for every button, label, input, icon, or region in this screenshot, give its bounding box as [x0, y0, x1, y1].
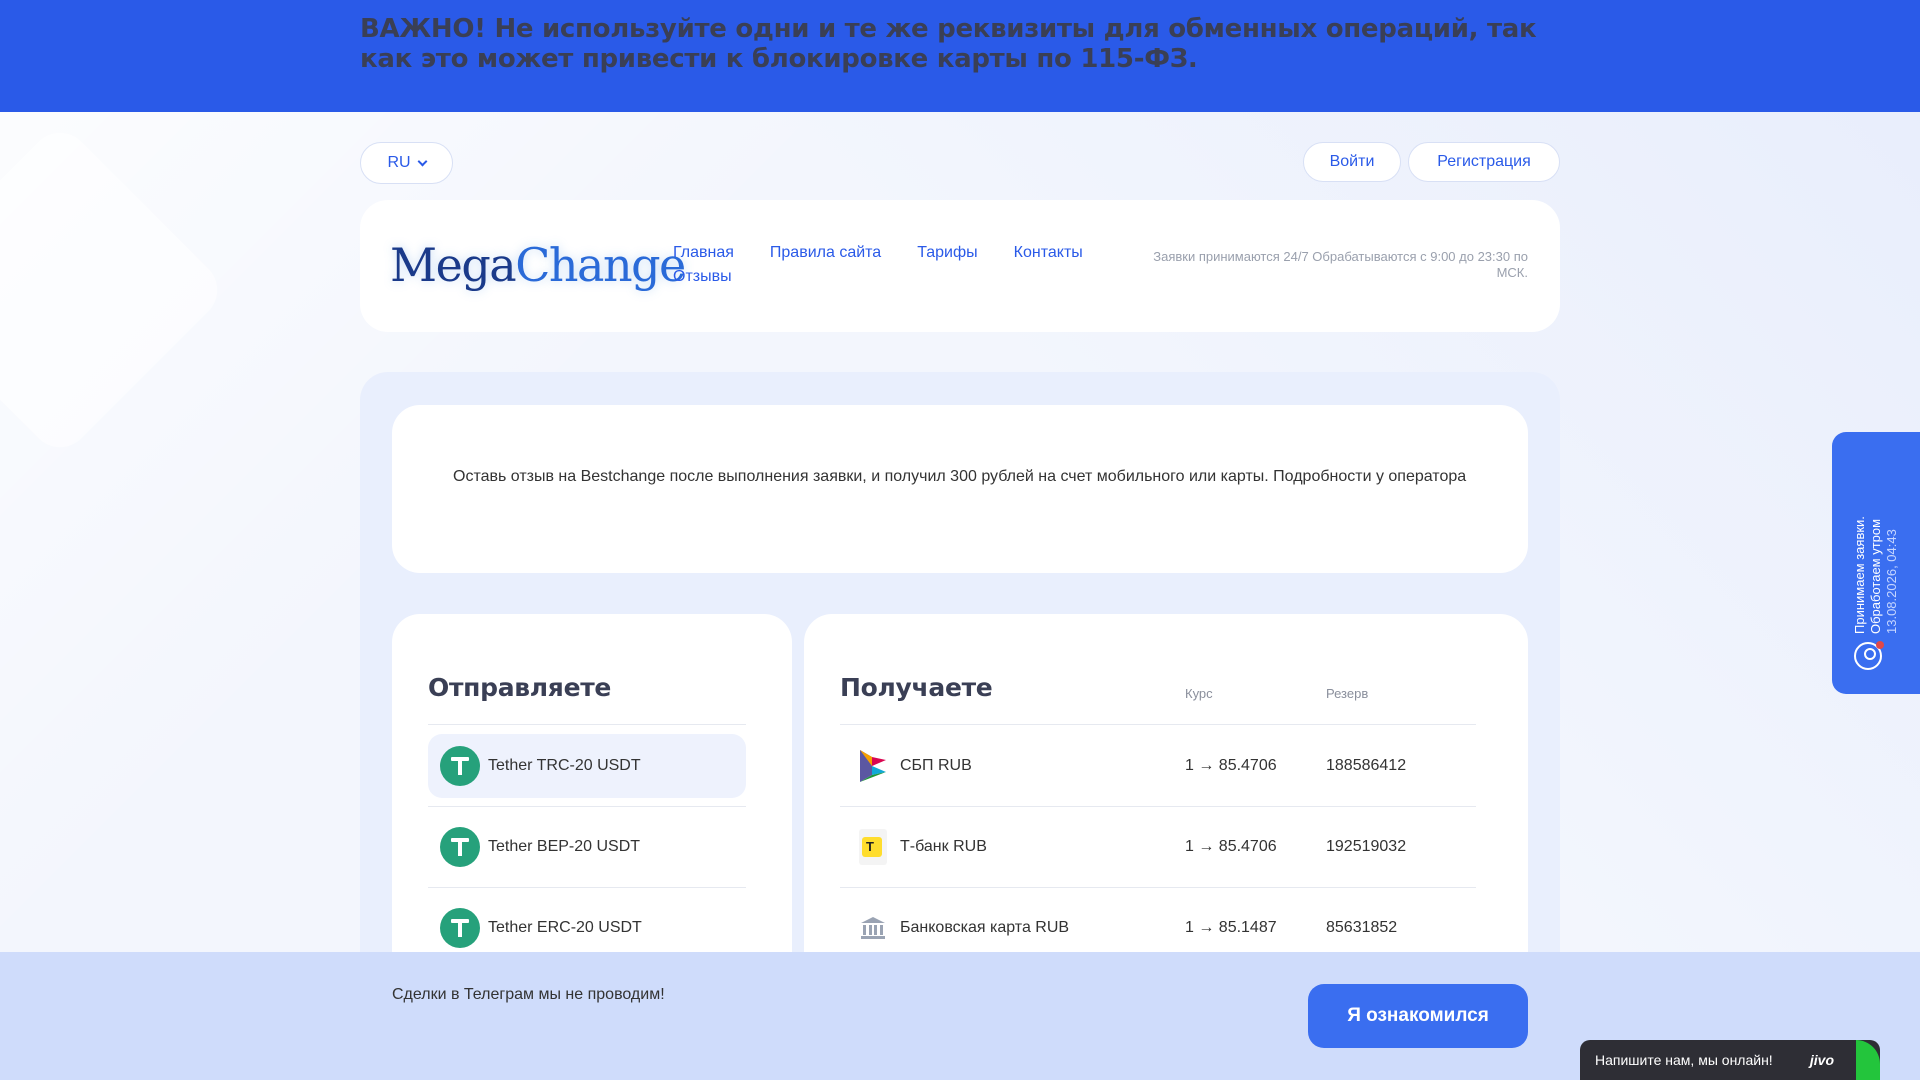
divider — [840, 724, 1476, 725]
acknowledge-button[interactable]: Я ознакомился — [1308, 984, 1528, 1048]
chat-widget[interactable]: Напишите нам, мы онлайн! jivo — [1580, 1040, 1880, 1080]
language-selector[interactable]: RU — [360, 142, 453, 184]
divider — [840, 806, 1476, 807]
rate-column-header: Курс — [1185, 686, 1213, 701]
chevron-down-icon — [417, 156, 427, 166]
warning-banner: ВАЖНО! Не используйте одни и те же рекви… — [0, 0, 1920, 112]
nav-link-tariffs[interactable]: Тарифы — [917, 244, 977, 262]
login-button[interactable]: Войти — [1303, 142, 1401, 182]
jivo-logo: jivo — [1809, 1052, 1834, 1068]
tether-icon — [440, 746, 480, 786]
bank-icon — [858, 910, 888, 946]
tbank-icon: T — [858, 829, 888, 865]
send-item-trc20[interactable]: Tether TRC-20 USDT — [428, 734, 746, 798]
promo-text: Оставь отзыв на Bestchange после выполне… — [453, 468, 1467, 485]
receive-title: Получаете — [840, 673, 993, 702]
nav-link-contacts[interactable]: Контакты — [1014, 244, 1083, 262]
send-item-erc20[interactable]: Tether ERC-20 USDT — [428, 896, 746, 960]
nav-link-rules[interactable]: Правила сайта — [770, 244, 881, 262]
register-button[interactable]: Регистрация — [1408, 142, 1560, 182]
status-side-widget[interactable]: Принимаем заявки. Обработаем утром 13.08… — [1832, 432, 1920, 694]
divider — [428, 887, 746, 888]
send-item-bep20[interactable]: Tether BEP-20 USDT — [428, 815, 746, 879]
receive-row-tbank[interactable]: T Т-банк RUB 1 → 85.4706 192519032 — [840, 815, 1476, 879]
send-title: Отправляете — [428, 673, 612, 702]
chat-prompt: Напишите нам, мы онлайн! — [1595, 1052, 1773, 1068]
sbp-icon — [858, 748, 888, 784]
tether-icon — [440, 827, 480, 867]
divider — [428, 724, 746, 725]
receive-row-bank-card[interactable]: Банковская карта RUB 1 → 85.1487 8563185… — [840, 896, 1476, 960]
working-hours: Заявки принимаются 24/7 Обрабатываются с… — [1153, 249, 1528, 280]
nav-link-home[interactable]: Главная — [673, 244, 734, 262]
reserve-column-header: Резерв — [1326, 686, 1369, 701]
divider — [840, 887, 1476, 888]
language-label: RU — [387, 154, 411, 171]
side-widget-text: Принимаем заявки. Обработаем утром 13.08… — [1852, 516, 1899, 634]
promo-notice: Оставь отзыв на Bestchange после выполне… — [392, 405, 1528, 573]
user-icon — [1854, 641, 1884, 670]
warning-text: ВАЖНО! Не используйте одни и те же рекви… — [360, 14, 1537, 74]
site-header: Mega Change Главная Правила сайта Тарифы … — [360, 200, 1560, 332]
divider — [428, 806, 746, 807]
main-nav: Главная Правила сайта Тарифы Контакты От… — [673, 244, 1113, 286]
tether-icon — [440, 908, 480, 948]
nav-link-reviews[interactable]: Отзывы — [673, 268, 732, 286]
telegram-notice-text: Сделки в Телеграм мы не проводим! — [392, 986, 665, 1003]
receive-row-sbp[interactable]: СБП RUB 1 → 85.4706 188586412 — [840, 734, 1476, 798]
megachange-logo[interactable]: Mega Change — [390, 230, 686, 300]
